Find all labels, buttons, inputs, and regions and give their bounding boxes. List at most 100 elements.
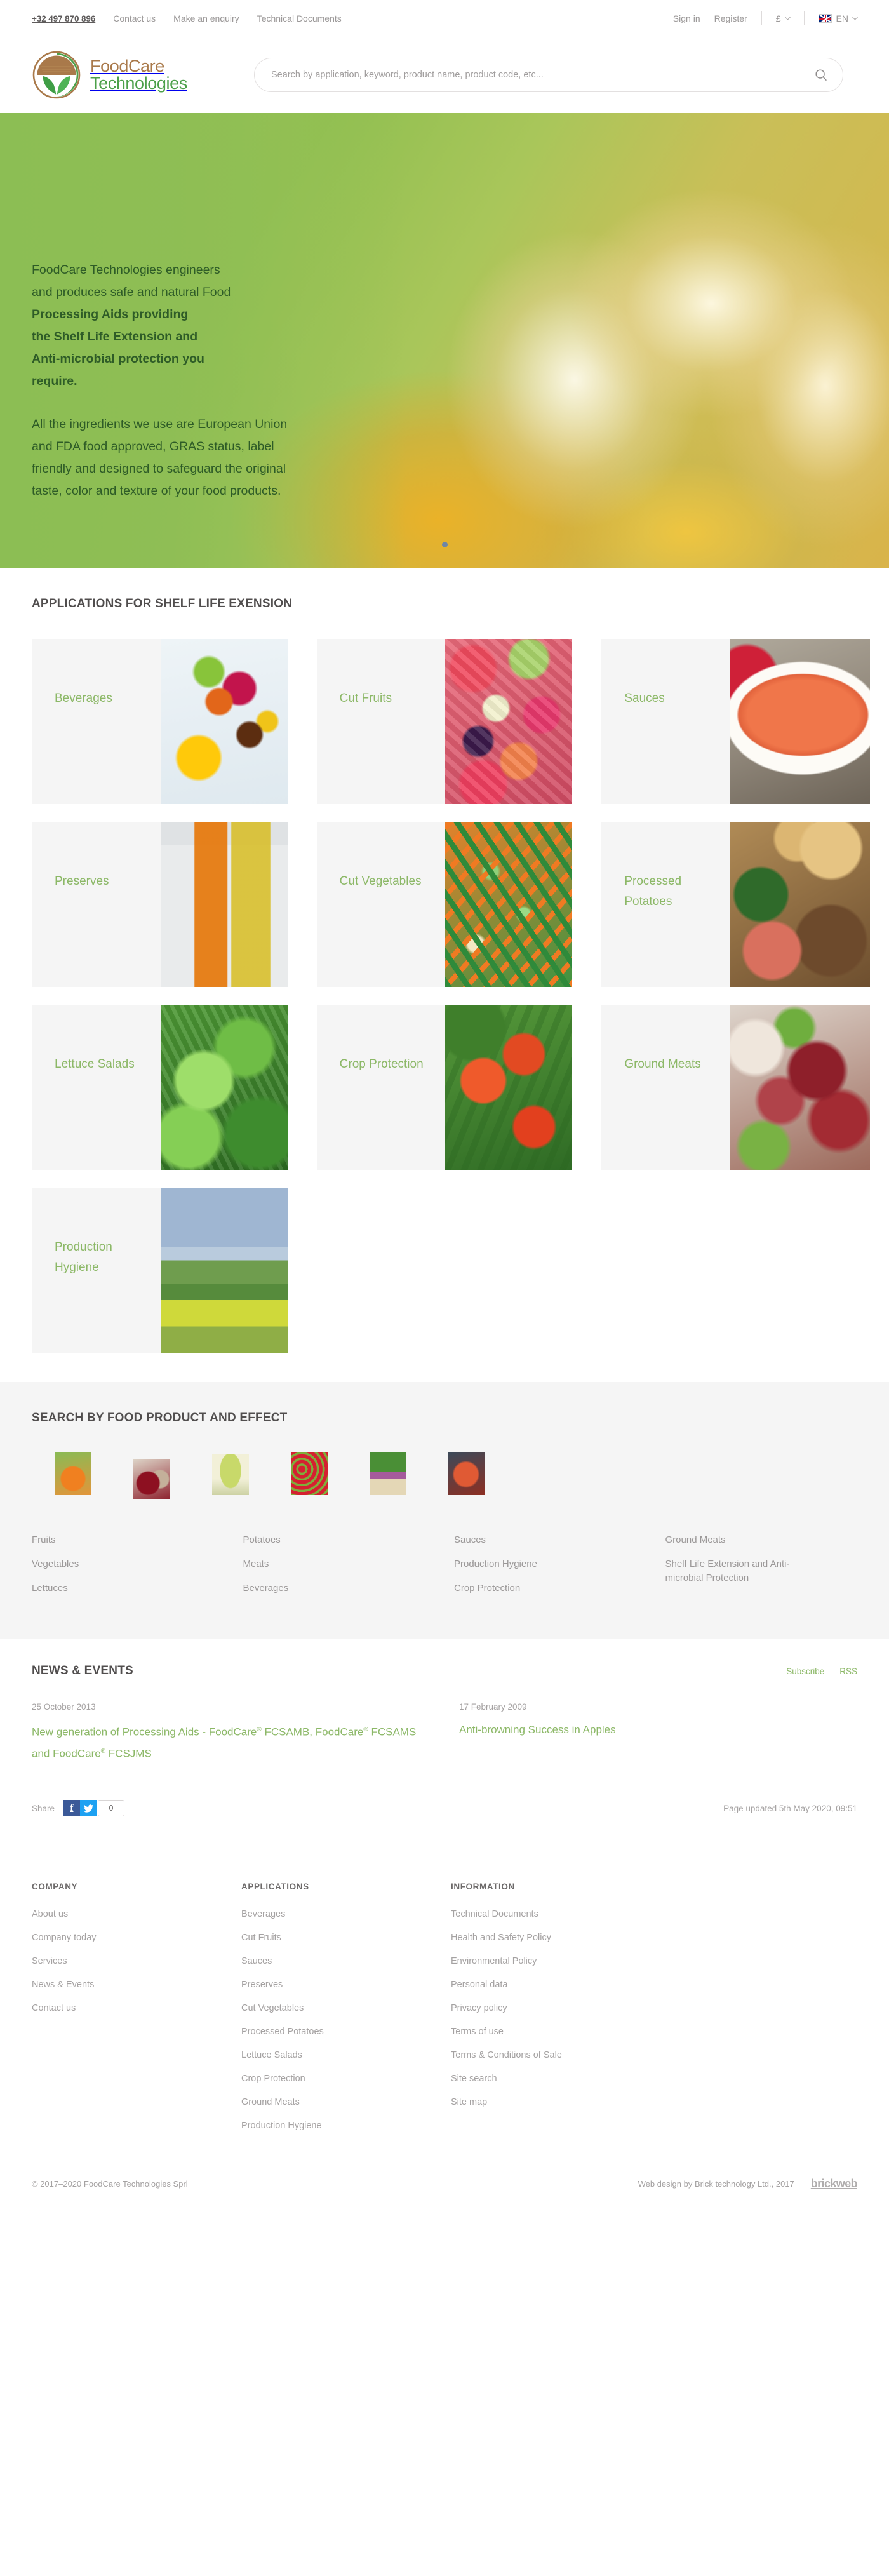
brickweb-logo[interactable]: brickweb (811, 2177, 858, 2190)
footer-link-ground-meats[interactable]: Ground Meats (241, 2097, 451, 2107)
application-tile-cut-fruits[interactable]: Cut Fruits (316, 639, 573, 804)
page-root: +32 497 870 896 Contact us Make an enqui… (0, 0, 889, 2213)
legal-right-group: Web design by Brick technology Ltd., 201… (638, 2177, 858, 2190)
application-tile-cut-vegetables[interactable]: Cut Vegetables (316, 822, 573, 987)
footer-heading-company: COMPANY (32, 1882, 78, 1892)
news-wrap: NEWS & EVENTS Subscribe RSS 25 October 2… (32, 1664, 857, 1838)
tile-label: Beverages (55, 692, 112, 705)
leaf-circle-logo-icon (32, 50, 81, 100)
lettuce-thumb-icon[interactable] (212, 1454, 249, 1495)
currency-selector[interactable]: £ (776, 13, 791, 23)
footer-link-services[interactable]: Services (32, 1956, 241, 1966)
language-selector[interactable]: EN (818, 13, 859, 23)
utility-link-make-an-enquiry[interactable]: Make an enquiry (173, 13, 239, 23)
carousel-dot-1[interactable] (441, 542, 448, 547)
footer-link-preserves[interactable]: Preserves (241, 1980, 451, 1990)
berries-basket-thumb-icon[interactable] (291, 1452, 328, 1495)
applications-title: APPLICATIONS FOR SHELF LIFE EXENSION (32, 597, 293, 610)
share-bar: Share f 0 Page updated 5th May 2020, 09:… (32, 1800, 857, 1838)
byfood-link-shelf-life-extension[interactable]: Shelf Life Extension and Anti-microbial … (665, 1557, 824, 1585)
byfood-link-production-hygiene[interactable]: Production Hygiene (454, 1557, 613, 1571)
application-tile-processed-potatoes[interactable]: Processed Potatoes (601, 822, 870, 987)
hero-line-4: the Shelf Life Extension and (32, 330, 198, 344)
footer-link-sauces[interactable]: Sauces (241, 1956, 451, 1966)
tile-label: Ground Meats (624, 1057, 701, 1071)
byfood-link-fruits[interactable]: Fruits (32, 1533, 190, 1547)
bottles-thumb-icon[interactable] (133, 1459, 170, 1499)
footer-column-company: COMPANY About us Company today Services … (32, 1882, 241, 2144)
footer-link-about-us[interactable]: About us (32, 1909, 241, 1919)
rss-link[interactable]: RSS (839, 1667, 857, 1676)
search-input[interactable] (271, 70, 815, 80)
footer-link-company-today[interactable]: Company today (32, 1933, 241, 1943)
footer-link-environmental-policy[interactable]: Environmental Policy (451, 1956, 857, 1966)
byfood-wrap: SEARCH BY FOOD PRODUCT AND EFFECT Fruits… (32, 1411, 857, 1606)
footer-link-contact-us[interactable]: Contact us (32, 2003, 241, 2013)
footer-link-production-hygiene[interactable]: Production Hygiene (241, 2121, 451, 2131)
sign-in-link[interactable]: Sign in (673, 13, 700, 23)
footer-link-terms-conditions-of-sale[interactable]: Terms & Conditions of Sale (451, 2050, 857, 2060)
application-tile-ground-meats[interactable]: Ground Meats (601, 1005, 870, 1170)
utility-link-technical-documents[interactable]: Technical Documents (257, 13, 342, 23)
footer-link-crop-protection[interactable]: Crop Protection (241, 2074, 451, 2084)
subscribe-link[interactable]: Subscribe (786, 1667, 824, 1676)
application-tile-sauces[interactable]: Sauces (601, 639, 870, 804)
footer-link-lettuce-salads[interactable]: Lettuce Salads (241, 2050, 451, 2060)
application-tile-crop-protection[interactable]: Crop Protection (316, 1005, 573, 1170)
byfood-link-meats[interactable]: Meats (243, 1557, 402, 1571)
footer-column-applications: APPLICATIONS Beverages Cut Fruits Sauces… (241, 1882, 451, 2144)
search-icon[interactable] (815, 69, 827, 81)
hero-carousel[interactable]: FoodCare Technologies engineers and prod… (0, 113, 889, 568)
tile-label: Crop Protection (339, 1057, 424, 1071)
byfood-link-sauces[interactable]: Sauces (454, 1533, 613, 1547)
application-tiles-grid: Beverages Cut Fruits Sauces Preserves Cu (32, 639, 870, 1353)
byfood-link-lettuces[interactable]: Lettuces (32, 1581, 190, 1595)
news-headline-link[interactable]: Anti-browning Success in Apples (459, 1721, 846, 1740)
byfood-link-vegetables[interactable]: Vegetables (32, 1557, 190, 1571)
application-tile-beverages[interactable]: Beverages (32, 639, 288, 804)
hero-paragraph-2: All the ingredients we use are European … (32, 417, 288, 498)
footer-link-site-map[interactable]: Site map (451, 2097, 857, 2107)
production-hygiene-image (160, 1188, 288, 1353)
footer-link-cut-vegetables[interactable]: Cut Vegetables (241, 2003, 451, 2013)
byfood-link-potatoes[interactable]: Potatoes (243, 1533, 402, 1547)
footer-link-technical-documents[interactable]: Technical Documents (451, 1909, 857, 1919)
application-tile-lettuce-salads[interactable]: Lettuce Salads (32, 1005, 288, 1170)
vegetables-thumb-icon[interactable] (370, 1452, 406, 1495)
byfood-link-ground-meats[interactable]: Ground Meats (665, 1533, 824, 1547)
news-actions: Subscribe RSS (786, 1667, 857, 1676)
footer-link-privacy-policy[interactable]: Privacy policy (451, 2003, 857, 2013)
application-tile-production-hygiene[interactable]: Production Hygiene (32, 1188, 288, 1353)
footer-link-cut-fruits[interactable]: Cut Fruits (241, 1933, 451, 1943)
byfood-link-crop-protection[interactable]: Crop Protection (454, 1581, 613, 1595)
footer-link-personal-data[interactable]: Personal data (451, 1980, 857, 1990)
site-logo[interactable]: FoodCare Technologies (32, 50, 248, 100)
applications-section: APPLICATIONS FOR SHELF LIFE EXENSION Bev… (0, 568, 889, 1382)
news-grid: 25 October 2013 New generation of Proces… (32, 1702, 857, 1763)
footer-link-beverages[interactable]: Beverages (241, 1909, 451, 1919)
footer-link-news-events[interactable]: News & Events (32, 1980, 241, 1990)
web-design-credit-link[interactable]: Web design by Brick technology Ltd., 201… (638, 2179, 794, 2189)
utility-link-contact-us[interactable]: Contact us (113, 13, 156, 23)
tile-label: Sauces (624, 692, 665, 705)
footer-link-site-search[interactable]: Site search (451, 2074, 857, 2084)
search-bar[interactable] (254, 58, 843, 92)
footer-link-processed-potatoes[interactable]: Processed Potatoes (241, 2027, 451, 2037)
juice-glass-thumb-icon[interactable] (55, 1452, 91, 1495)
news-headline-link[interactable]: New generation of Processing Aids - Food… (32, 1721, 419, 1763)
meat-thumb-icon[interactable] (448, 1452, 485, 1495)
register-link[interactable]: Register (714, 13, 747, 23)
twitter-share-icon[interactable] (80, 1800, 97, 1817)
facebook-share-icon[interactable]: f (64, 1800, 81, 1817)
hero-line-6: require. (32, 374, 77, 388)
phone-link[interactable]: +32 497 870 896 (32, 14, 95, 23)
byfood-link-beverages[interactable]: Beverages (243, 1581, 402, 1595)
utility-right-group: Sign in Register £ EN (673, 11, 859, 25)
footer-link-health-and-safety-policy[interactable]: Health and Safety Policy (451, 1933, 857, 1943)
copyright-text: © 2017–2020 FoodCare Technologies Sprl (32, 2179, 188, 2189)
logo-line-2: Technologies (90, 74, 187, 93)
byfood-title: SEARCH BY FOOD PRODUCT AND EFFECT (32, 1411, 288, 1425)
footer-link-terms-of-use[interactable]: Terms of use (451, 2027, 857, 2037)
carousel-dots[interactable] (0, 542, 889, 547)
application-tile-preserves[interactable]: Preserves (32, 822, 288, 987)
